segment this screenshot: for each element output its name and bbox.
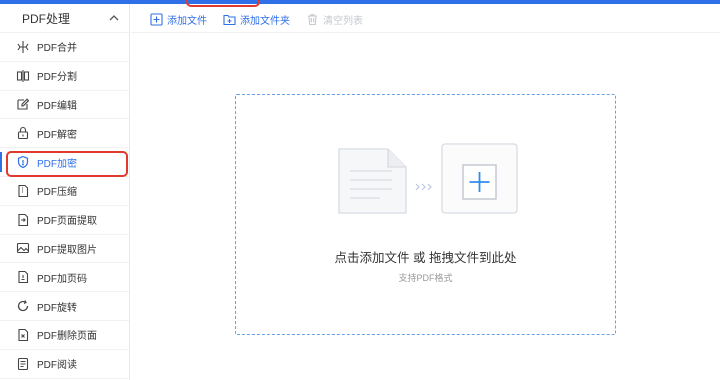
add-file-label: 添加文件 [167, 15, 207, 27]
sidebar-item-label: PDF加页码 [37, 273, 87, 285]
toolbar: 添加文件 添加文件夹 清空列表 [150, 8, 363, 30]
sidebar-item-edit[interactable]: PDF编辑 [0, 91, 129, 120]
sidebar-item-label: PDF旋转 [37, 302, 77, 314]
add-folder-icon [223, 13, 236, 26]
file-drop-zone[interactable]: 点击添加文件 或 拖拽文件到此处 支持PDF格式 [235, 94, 616, 335]
edit-icon [16, 97, 30, 111]
add-file-button[interactable]: 添加文件 [150, 12, 207, 27]
sidebar-item-label: PDF压缩 [37, 187, 77, 199]
sidebar: PDF处理 PDF合并 PDF分割 PDF编辑 PDF解密 PDF加密 PDF压… [0, 4, 130, 380]
sidebar-item-label: PDF加密 [37, 158, 77, 170]
chevron-up-icon[interactable] [107, 11, 121, 25]
sidebar-item-label: PDF合并 [37, 43, 77, 55]
sidebar-title: PDF处理 [22, 11, 71, 26]
page-number-icon [16, 270, 30, 284]
sidebar-item-label: PDF解密 [37, 129, 77, 141]
add-folder-button[interactable]: 添加文件夹 [223, 12, 290, 27]
sidebar-item-extract-images[interactable]: PDF提取图片 [0, 235, 129, 264]
sidebar-item-label: PDF分割 [37, 72, 77, 84]
delete-page-icon [16, 328, 30, 342]
extract-page-icon [16, 213, 30, 227]
sidebar-item-label: PDF编辑 [37, 100, 77, 112]
sidebar-item-extract-pages[interactable]: PDF页面提取 [0, 206, 129, 235]
sidebar-item-label: PDF页面提取 [37, 216, 97, 228]
sidebar-header[interactable]: PDF处理 [0, 4, 129, 33]
drop-illustration [338, 143, 518, 214]
split-icon [16, 69, 30, 83]
add-folder-label: 添加文件夹 [240, 15, 290, 27]
clear-list-button[interactable]: 清空列表 [306, 12, 363, 27]
unlock-icon [16, 126, 30, 140]
shield-icon [16, 155, 30, 169]
sidebar-item-encrypt[interactable]: PDF加密 [0, 148, 129, 178]
sidebar-item-page-numbers[interactable]: PDF加页码 [0, 263, 129, 293]
merge-icon [16, 40, 30, 54]
sidebar-item-merge[interactable]: PDF合并 [0, 33, 129, 62]
compress-icon [16, 184, 30, 198]
drop-zone-title: 点击添加文件 或 拖拽文件到此处 [334, 251, 517, 265]
sidebar-item-split[interactable]: PDF分割 [0, 62, 129, 91]
image-icon [16, 241, 30, 255]
sidebar-item-rotate[interactable]: PDF旋转 [0, 292, 129, 321]
add-file-icon [150, 12, 163, 26]
sidebar-item-read[interactable]: PDF阅读 [0, 350, 129, 379]
toolbar-divider [131, 32, 720, 33]
read-icon [16, 357, 30, 371]
clear-list-label: 清空列表 [323, 15, 363, 27]
sidebar-item-compress[interactable]: PDF压缩 [0, 177, 129, 206]
rotate-icon [16, 299, 30, 313]
sidebar-item-decrypt[interactable]: PDF解密 [0, 119, 129, 149]
sidebar-item-delete-pages[interactable]: PDF删除页面 [0, 321, 129, 350]
drop-zone-subtitle: 支持PDF格式 [398, 273, 453, 283]
sidebar-item-label: PDF阅读 [37, 360, 77, 372]
sidebar-item-label: PDF提取图片 [37, 244, 97, 256]
trash-icon [306, 13, 319, 26]
top-highlight-marker [186, 0, 260, 7]
sidebar-item-label: PDF删除页面 [37, 331, 97, 343]
